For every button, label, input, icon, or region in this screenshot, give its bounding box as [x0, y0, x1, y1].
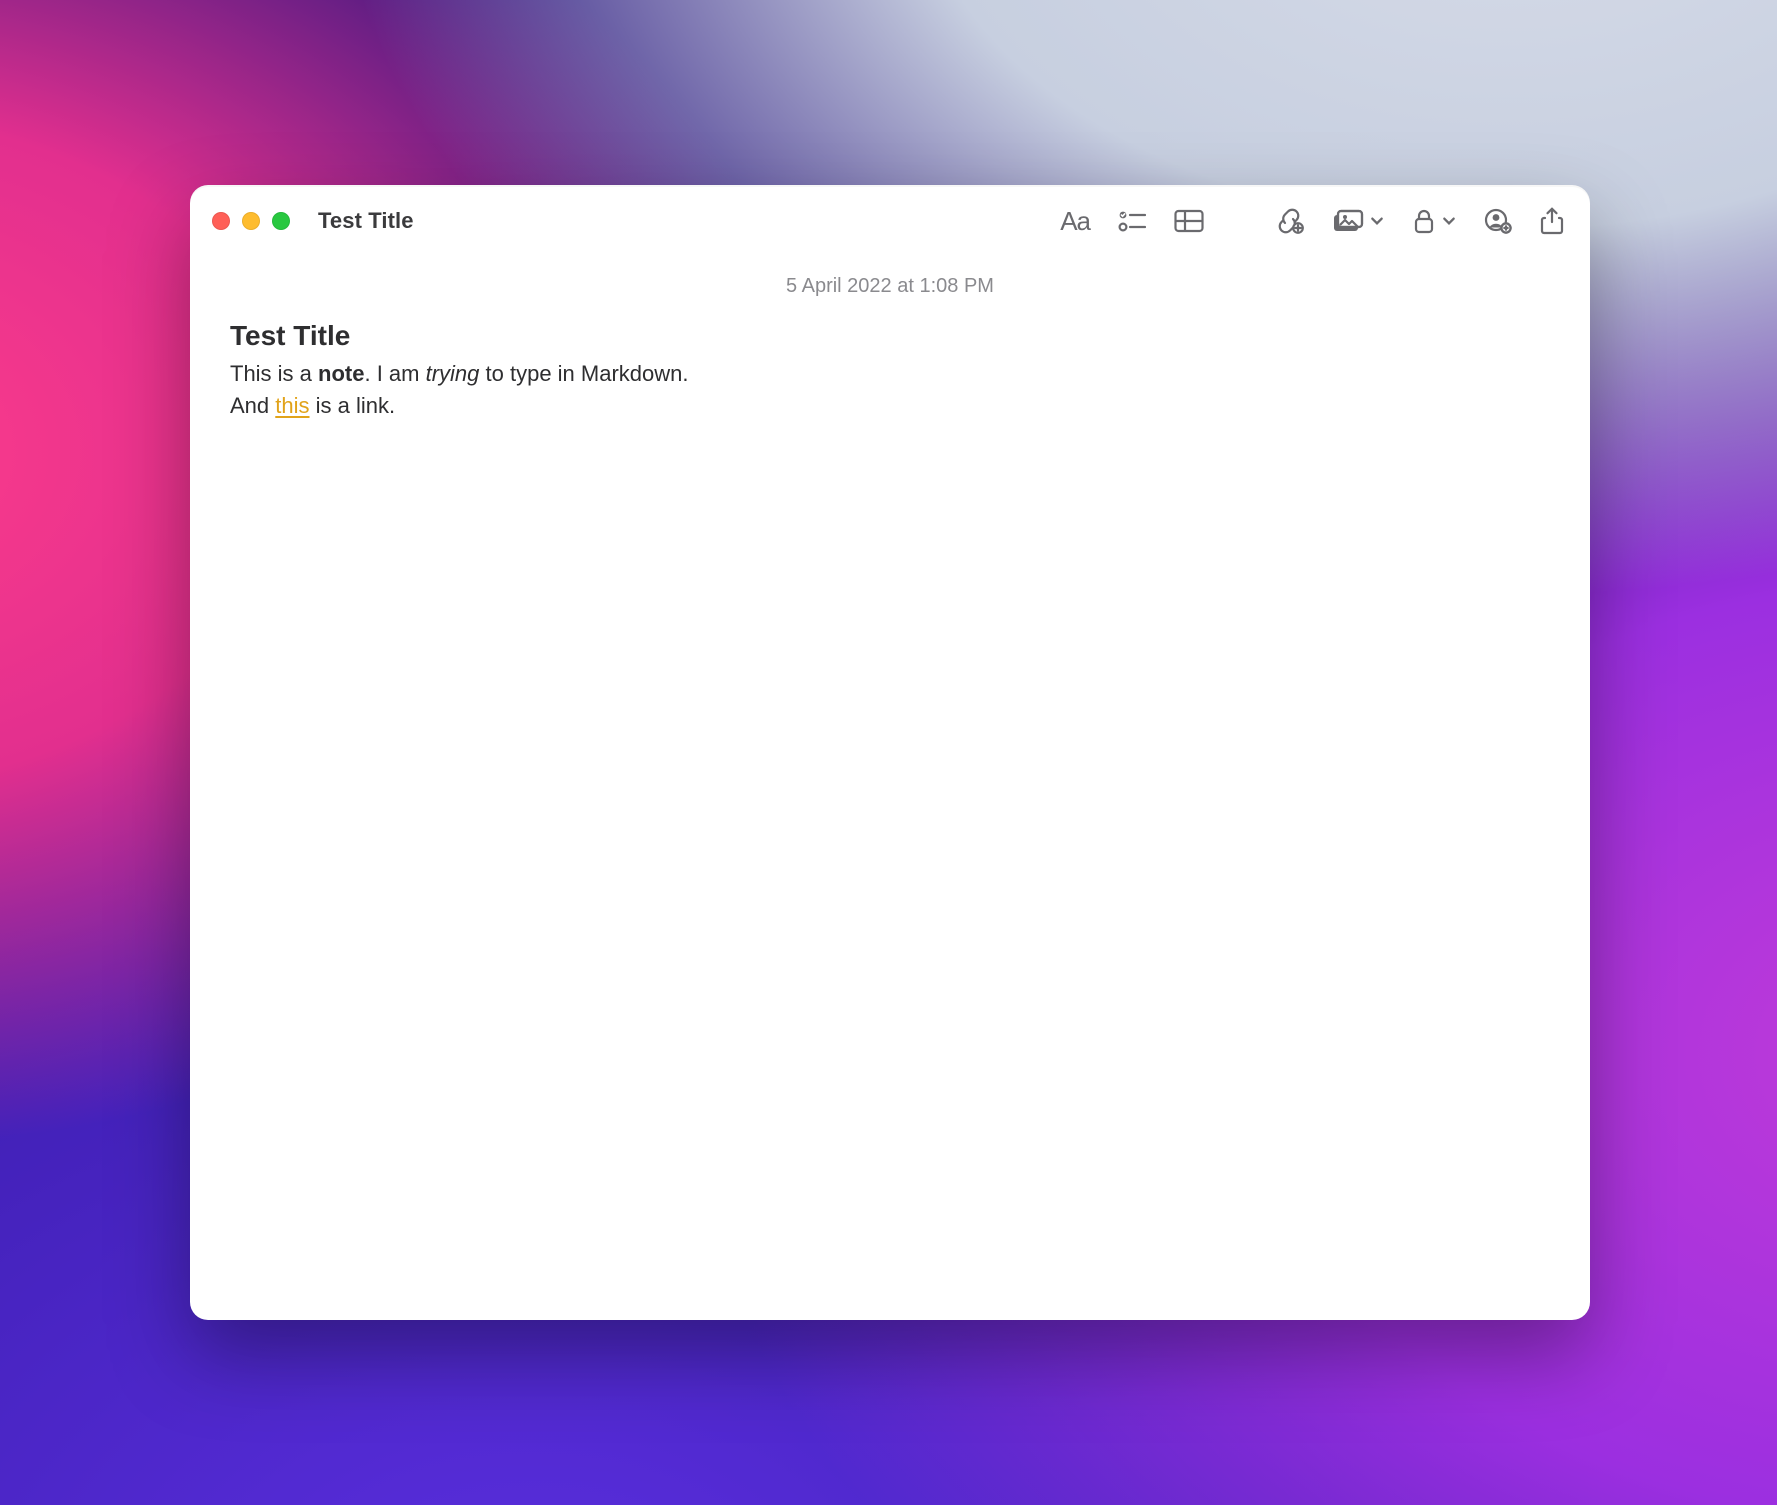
collaborate-button[interactable]: [1484, 208, 1512, 234]
text-segment: to type in Markdown.: [479, 361, 688, 386]
window-title: Test Title: [318, 208, 414, 234]
link-button[interactable]: [1274, 208, 1304, 234]
checklist-button[interactable]: [1118, 209, 1146, 233]
text-segment: . I am: [364, 361, 425, 386]
lock-icon: [1412, 208, 1436, 234]
format-button[interactable]: Aa: [1060, 206, 1090, 237]
lock-button[interactable]: [1412, 208, 1456, 234]
window-titlebar[interactable]: Test Title Aa: [190, 185, 1590, 257]
toolbar-group-attach: [1274, 207, 1564, 235]
share-button[interactable]: [1540, 207, 1564, 235]
chevron-down-icon: [1442, 214, 1456, 228]
media-button[interactable]: [1332, 209, 1384, 233]
format-text-icon: Aa: [1060, 206, 1090, 237]
text-segment: And: [230, 393, 275, 418]
note-content-area[interactable]: 5 April 2022 at 1:08 PM Test Title This …: [190, 257, 1590, 1320]
notes-window: Test Title Aa: [190, 185, 1590, 1320]
collaborate-icon: [1484, 208, 1512, 234]
text-segment: is a link.: [310, 393, 396, 418]
toolbar-group-format: Aa: [1060, 206, 1204, 237]
toolbar: Aa: [1060, 206, 1564, 237]
photos-icon: [1332, 209, 1364, 233]
note-line-1[interactable]: This is a note. I am trying to type in M…: [230, 358, 1550, 390]
window-minimize-button[interactable]: [242, 212, 260, 230]
table-icon: [1174, 209, 1204, 233]
traffic-lights: [212, 212, 290, 230]
checklist-icon: [1118, 209, 1146, 233]
note-line-2[interactable]: And this is a link.: [230, 390, 1550, 422]
desktop-wallpaper: Test Title Aa: [0, 0, 1777, 1505]
text-segment: This is a: [230, 361, 318, 386]
window-close-button[interactable]: [212, 212, 230, 230]
window-fullscreen-button[interactable]: [272, 212, 290, 230]
bold-text: note: [318, 361, 364, 386]
note-link[interactable]: this: [275, 393, 309, 418]
italic-text: trying: [426, 361, 480, 386]
link-attachment-icon: [1274, 208, 1304, 234]
note-title[interactable]: Test Title: [230, 320, 1550, 352]
share-icon: [1540, 207, 1564, 235]
note-body[interactable]: This is a note. I am trying to type in M…: [230, 358, 1550, 422]
table-button[interactable]: [1174, 209, 1204, 233]
note-timestamp: 5 April 2022 at 1:08 PM: [230, 275, 1550, 298]
chevron-down-icon: [1370, 214, 1384, 228]
